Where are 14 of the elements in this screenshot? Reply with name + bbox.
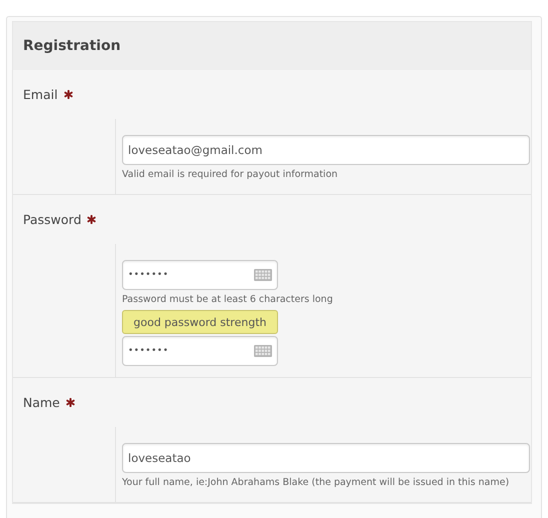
text-field[interactable]: loveseatao@gmail.com bbox=[122, 135, 530, 165]
field-hint: Password must be at least 6 characters long bbox=[122, 294, 334, 305]
field-label: Password bbox=[23, 212, 82, 227]
password-field[interactable]: ••••••• bbox=[122, 260, 278, 290]
form-title: Registration bbox=[23, 38, 121, 54]
field-hint: Your full name, ie:John Abrahams Blake (the payment will be issued in this name) bbox=[122, 477, 510, 488]
keyboard-icon[interactable] bbox=[254, 269, 272, 281]
field-hint: Valid email is required for payout information bbox=[122, 169, 339, 180]
keyboard-icon[interactable] bbox=[254, 345, 272, 357]
password-field[interactable]: ••••••• bbox=[122, 336, 278, 366]
text-field[interactable]: loveseatao bbox=[122, 443, 530, 473]
field-label: Name bbox=[23, 395, 60, 410]
field-label: Email bbox=[23, 87, 58, 102]
password-strength-badge: good password strength bbox=[122, 310, 278, 334]
